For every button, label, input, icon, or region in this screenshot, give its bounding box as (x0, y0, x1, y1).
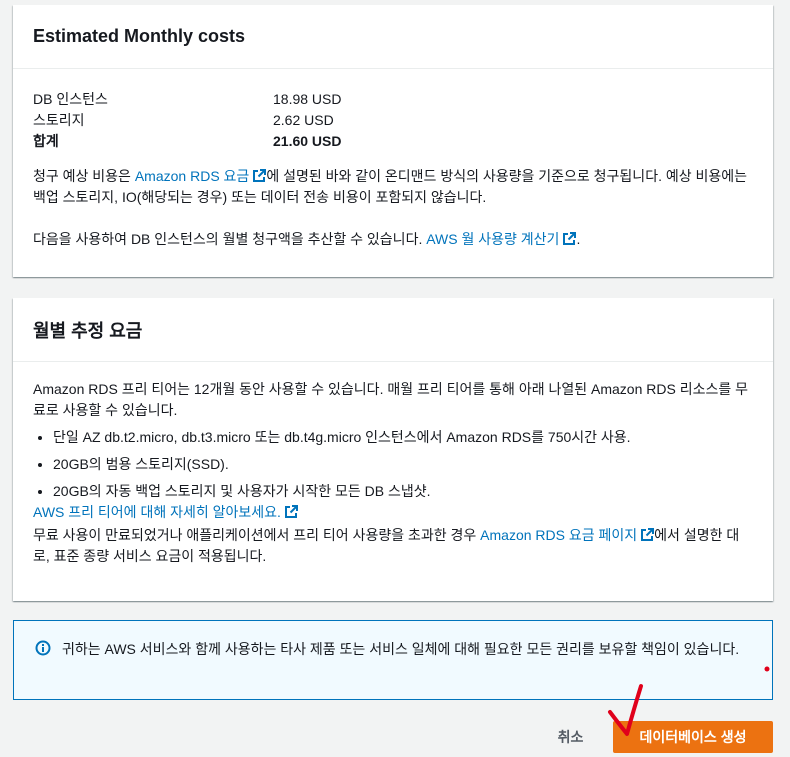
learn-more: AWS 프리 티어에 대해 자세히 알아보세요. (33, 502, 753, 523)
cost-row-instance: DB 인스턴스 18.98 USD (33, 89, 753, 110)
cost-value: 2.62 USD (273, 112, 334, 128)
cost-label: 스토리지 (33, 112, 85, 128)
cost-row-total: 합계 21.60 USD (33, 131, 753, 152)
aws-calculator-link[interactable]: AWS 월 사용량 계산기 (426, 231, 577, 247)
cost-value: 18.98 USD (273, 91, 342, 107)
link-label: AWS 프리 티어에 대해 자세히 알아보세요. (33, 504, 281, 520)
free-tier-list: 단일 AZ db.t2.micro, db.t3.micro 또는 db.t4g… (33, 427, 753, 502)
external-link-icon (284, 505, 298, 518)
pricing-description: 청구 예상 비용은 Amazon RDS 요금 에 설명된 바와 같이 온디맨드 … (33, 166, 753, 208)
free-tier-learn-more-link[interactable]: AWS 프리 티어에 대해 자세히 알아보세요. (33, 504, 298, 520)
estimated-costs-panel: Estimated Monthly costs DB 인스턴스 18.98 US… (13, 5, 773, 277)
external-link-icon (641, 528, 655, 541)
cost-label: 합계 (33, 133, 59, 149)
list-item: 단일 AZ db.t2.micro, db.t3.micro 또는 db.t4g… (53, 427, 753, 448)
desc-text: 무료 사용이 만료되었거나 애플리케이션에서 프리 티어 사용량을 초과한 경우 (33, 527, 481, 543)
external-link-icon (563, 232, 577, 245)
cost-label: DB 인스턴스 (33, 91, 108, 107)
create-database-button[interactable]: 데이터베이스 생성 (613, 721, 773, 753)
free-tier-intro: Amazon RDS 프리 티어는 12개월 동안 사용할 수 있습니다. 매월… (33, 381, 748, 418)
panel-header: 월별 추정 요금 (13, 298, 773, 362)
cancel-button[interactable]: 취소 (548, 723, 593, 751)
info-icon (35, 640, 51, 656)
desc-text: . (576, 231, 581, 247)
rds-pricing-page-link[interactable]: Amazon RDS 요금 페이지 (480, 527, 655, 543)
panel-header: Estimated Monthly costs (13, 5, 773, 69)
link-label: Amazon RDS 요금 페이지 (480, 527, 638, 543)
cost-value: 21.60 USD (273, 133, 342, 149)
desc-text: 다음을 사용하여 DB 인스턴스의 월별 청구액을 추산할 수 있습니다. (33, 231, 427, 247)
calculator-description: 다음을 사용하여 DB 인스턴스의 월별 청구액을 추산할 수 있습니다. AW… (33, 229, 753, 250)
cost-row-storage: 스토리지 2.62 USD (33, 110, 753, 131)
external-link-icon (253, 169, 267, 182)
link-label: AWS 월 사용량 계산기 (426, 231, 560, 247)
desc-text: 청구 예상 비용은 (33, 168, 135, 184)
link-label: Amazon RDS 요금 (134, 168, 250, 184)
rds-pricing-link[interactable]: Amazon RDS 요금 (134, 168, 267, 184)
panel-title: Estimated Monthly costs (33, 26, 246, 46)
list-item: 20GB의 자동 백업 스토리지 및 사용자가 시작한 모든 DB 스냅샷. (53, 481, 753, 502)
monthly-fee-panel: 월별 추정 요금 Amazon RDS 프리 티어는 12개월 동안 사용할 수… (13, 298, 773, 601)
info-alert: 귀하는 AWS 서비스와 함께 사용하는 타사 제품 또는 서비스 일체에 대해… (13, 620, 773, 700)
panel-title: 월별 추정 요금 (33, 320, 143, 341)
free-tier-outro: 무료 사용이 만료되었거나 애플리케이션에서 프리 티어 사용량을 초과한 경우… (33, 525, 753, 567)
info-text: 귀하는 AWS 서비스와 함께 사용하는 타사 제품 또는 서비스 일체에 대해… (62, 641, 740, 657)
list-item: 20GB의 범용 스토리지(SSD). (53, 454, 753, 475)
